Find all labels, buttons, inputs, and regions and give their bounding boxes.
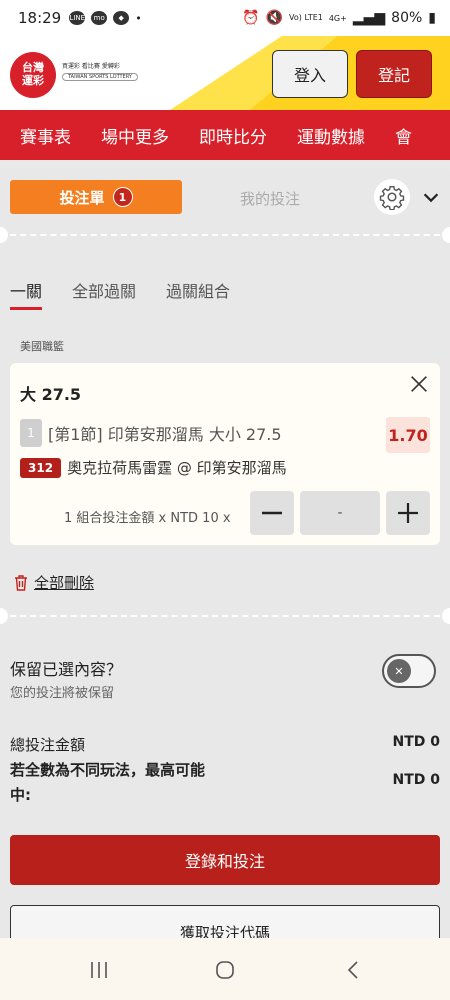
gear-icon — [379, 186, 405, 210]
get-bet-code-button[interactable]: 獲取投注代碼 — [10, 905, 440, 938]
logo[interactable]: 台灣運彩 — [10, 52, 56, 98]
match-text: 奧克拉荷馬雷霆 @ 印第安那溜馬 — [67, 459, 287, 477]
logo-text: 台灣運彩 — [22, 61, 44, 87]
betslip-panel: 投注單 1 我的投注 一關 全部過關 過關組合 美國職籃 大 27.5 1 [第… — [0, 168, 450, 938]
signal-icon: ▂▄▆ — [352, 10, 386, 26]
recent-apps-icon[interactable] — [89, 960, 109, 980]
register-button[interactable]: 登記 — [356, 50, 432, 98]
back-icon[interactable] — [344, 960, 364, 980]
stake-decrement-button[interactable] — [250, 491, 294, 535]
notch-left-2 — [0, 608, 8, 624]
notch-left — [0, 227, 8, 243]
notch-right — [442, 227, 450, 243]
status-time: 18:29 — [18, 9, 62, 27]
keep-selection-toggle[interactable]: ✕ — [382, 654, 436, 688]
delete-all-button[interactable]: 全部刪除 — [14, 572, 94, 593]
selection-text: [第1節] 印第安那溜馬 大小 27.5 — [48, 425, 282, 444]
network-label: 4G+ — [328, 13, 347, 23]
home-icon[interactable] — [215, 960, 235, 980]
odds-value: 1.70 — [386, 417, 430, 453]
notification-icons: LINE mo ◆ • — [69, 11, 142, 25]
match-line: 312 奧克拉荷馬雷霆 @ 印第安那溜馬 — [20, 457, 287, 478]
divider-2 — [0, 615, 450, 617]
volte-label: Vo) LTE1 — [289, 13, 323, 22]
keep-selection-title: 保留已選內容？ — [10, 660, 123, 679]
tab-my-bets[interactable]: 我的投注 — [240, 188, 300, 209]
keep-selection-subtitle: 您的投注將被保留 — [10, 686, 115, 701]
max-win-label: 若全數為不同玩法，最高可能中: — [10, 761, 206, 804]
logo-tagline-block: 買運彩 看比賽 愛轉彩 TAIWAN SPORTS LOTTERY — [62, 62, 138, 82]
mute-icon: 🔇 — [265, 10, 284, 26]
momo-icon: mo — [91, 11, 108, 25]
login-button[interactable]: 登入 — [272, 50, 348, 98]
stake-increment-button[interactable] — [386, 491, 430, 535]
close-icon[interactable] — [408, 373, 430, 395]
game-icon: ◆ — [113, 11, 130, 25]
site-header: 台灣運彩 買運彩 看比賽 愛轉彩 TAIWAN SPORTS LOTTERY 登… — [0, 36, 450, 110]
nav-item-live-more[interactable]: 場中更多 — [101, 123, 169, 148]
plus-icon — [398, 503, 418, 523]
tab-parlay-combo[interactable]: 過關組合 — [166, 278, 230, 302]
betslip-tabs: 投注單 1 我的投注 — [0, 168, 450, 226]
total-stake-value: NTD 0 — [392, 734, 440, 750]
selection-index: 1 — [20, 419, 42, 447]
chevron-down-icon[interactable] — [420, 186, 442, 208]
alarm-icon: ⏰ — [242, 10, 260, 26]
main-nav: 賽事表 場中更多 即時比分 運動數據 會 — [0, 110, 450, 160]
tab-betslip[interactable]: 投注單 1 — [10, 180, 182, 214]
bet-card: 大 27.5 1 [第1節] 印第安那溜馬 大小 27.5 1.70 312 奧… — [10, 363, 440, 545]
nav-item-schedule[interactable]: 賽事表 — [20, 123, 71, 148]
settings-button[interactable] — [374, 179, 410, 215]
status-bar: 18:29 LINE mo ◆ • ⏰ 🔇 Vo) LTE1 4G+ ▂▄▆ 8… — [0, 0, 450, 36]
tab-single[interactable]: 一關 — [10, 278, 43, 310]
betslip-count-badge: 1 — [112, 187, 133, 207]
trash-icon — [15, 574, 27, 591]
bet-type-tabs: 一關 全部過關 過關組合 — [10, 278, 230, 310]
system-nav-bar — [0, 938, 450, 1000]
stake-label: 1 組合投注金額 x NTD 10 x — [64, 511, 231, 526]
selection-line: 1 [第1節] 印第安那溜馬 大小 27.5 — [20, 419, 282, 447]
bet-title: 大 27.5 — [20, 385, 82, 404]
toggle-off-icon: ✕ — [387, 659, 411, 683]
nav-item-member[interactable]: 會 — [395, 123, 412, 148]
logo-en: TAIWAN SPORTS LOTTERY — [62, 73, 138, 81]
battery-level: 80% — [391, 10, 423, 26]
logo-tagline: 買運彩 看比賽 愛轉彩 — [62, 63, 120, 70]
divider — [0, 234, 450, 236]
tab-betslip-label: 投注單 — [59, 188, 105, 207]
status-right: ⏰ 🔇 Vo) LTE1 4G+ ▂▄▆ 80% ▮ — [242, 10, 436, 26]
max-win-value: NTD 0 — [392, 772, 440, 788]
stake-input[interactable]: - — [300, 491, 380, 535]
tab-all-parlay[interactable]: 全部過關 — [72, 278, 136, 302]
delete-all-label: 全部刪除 — [34, 574, 95, 592]
nav-item-stats[interactable]: 運動數據 — [297, 123, 365, 148]
battery-icon: ▮ — [428, 10, 436, 26]
line-icon: LINE — [69, 11, 86, 25]
total-stake-label: 總投注金額 — [10, 736, 86, 754]
league-label: 美國職籃 — [20, 340, 64, 353]
minus-icon — [262, 511, 282, 515]
nav-item-live-score[interactable]: 即時比分 — [199, 123, 267, 148]
notch-right-2 — [442, 608, 450, 624]
dot-icon: • — [135, 11, 142, 25]
game-number-badge: 312 — [20, 457, 62, 478]
login-and-bet-button[interactable]: 登錄和投注 — [10, 835, 440, 885]
